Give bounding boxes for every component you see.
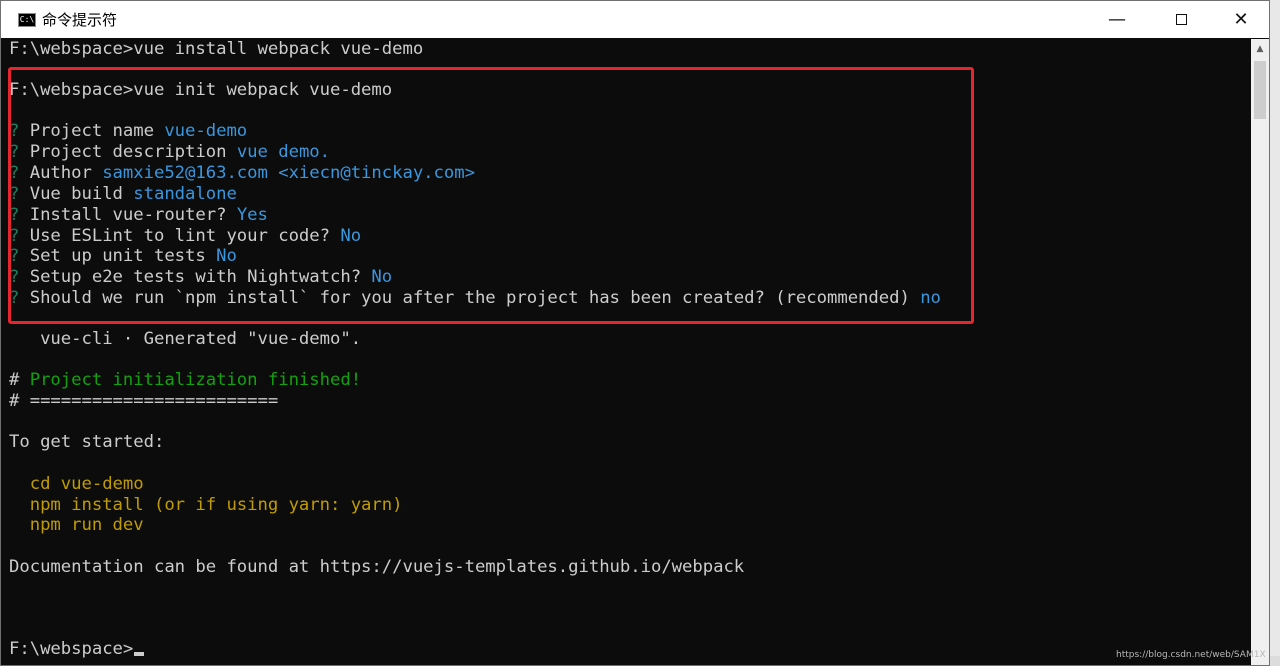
instruction-step: npm install (or if using yarn: yarn) xyxy=(9,495,403,515)
console-line: F:\webspace>vue install webpack vue-demo xyxy=(9,39,423,60)
text-cursor xyxy=(134,652,145,656)
minimize-icon: — xyxy=(1108,9,1126,30)
finished-line: # Project initialization finished! xyxy=(9,370,361,391)
command-text: vue install webpack vue-demo xyxy=(133,39,424,59)
separator-line: # ======================== xyxy=(9,391,279,411)
cmd-window: C:\ 命令提示符 — ✕ F:\webspace>vue install we… xyxy=(0,0,1270,666)
final-prompt-line[interactable]: F:\webspace> xyxy=(9,639,145,660)
window-title: 命令提示符 xyxy=(42,11,118,29)
get-started-text: To get started: xyxy=(9,432,165,452)
watermark-text: https://blog.csdn.net/web/SAM1X xyxy=(1116,650,1266,660)
highlight-annotation-box xyxy=(8,67,974,324)
comment-hash: # xyxy=(9,370,30,390)
minimize-button[interactable]: — xyxy=(1087,1,1147,38)
maximize-icon xyxy=(1175,14,1187,25)
scroll-up-arrow-icon[interactable]: ▲ xyxy=(1251,39,1269,59)
instruction-step: npm run dev xyxy=(9,515,144,535)
title-bar[interactable]: C:\ 命令提示符 — ✕ xyxy=(1,1,1269,38)
vertical-scrollbar[interactable]: ▲ xyxy=(1251,39,1269,665)
prompt-text: F:\webspace> xyxy=(9,639,134,659)
scroll-thumb[interactable] xyxy=(1254,61,1266,119)
documentation-text: Documentation can be found at https://vu… xyxy=(9,557,745,577)
desktop-background xyxy=(1270,0,1280,666)
close-icon: ✕ xyxy=(1233,9,1249,30)
close-button[interactable]: ✕ xyxy=(1211,1,1271,38)
prompt-text: F:\webspace> xyxy=(9,39,134,59)
generated-message: vue-cli · Generated "vue-demo". xyxy=(9,329,362,349)
finished-text: Project initialization finished! xyxy=(29,370,362,390)
cmd-app-icon[interactable]: C:\ xyxy=(18,12,36,27)
instruction-step: cd vue-demo xyxy=(9,474,144,494)
maximize-button[interactable] xyxy=(1151,1,1211,38)
